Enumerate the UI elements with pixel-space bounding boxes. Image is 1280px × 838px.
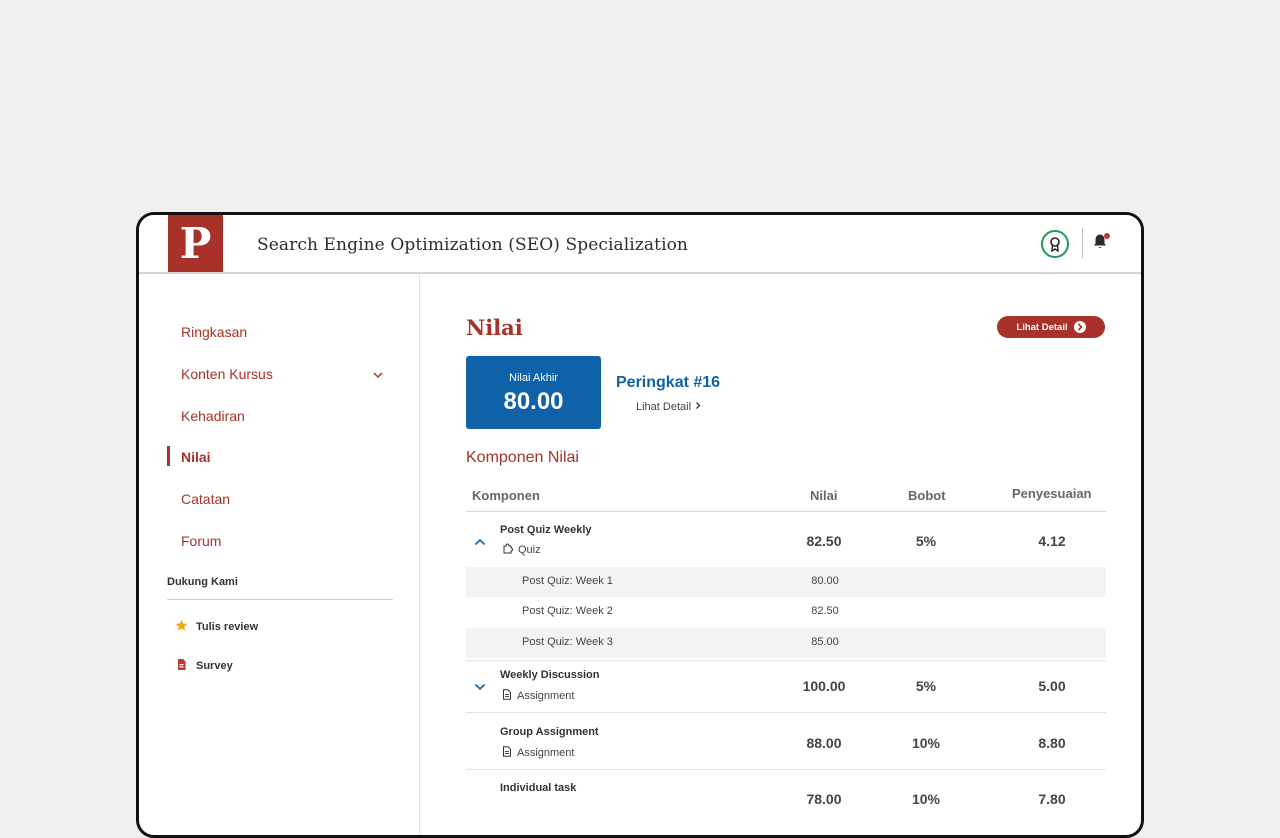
chevron-up-icon[interactable] xyxy=(474,533,486,551)
rank-text: Peringkat #16 xyxy=(616,374,721,391)
component-type-label: Assignment xyxy=(517,690,575,702)
component-bobot: 10% xyxy=(911,735,941,751)
sub-component-name: Post Quiz: Week 1 xyxy=(522,575,613,587)
sidebar-item-ringkasan[interactable]: Ringkasan xyxy=(181,324,247,340)
document-icon xyxy=(175,658,188,674)
components-title: Komponen Nilai xyxy=(466,449,579,466)
component-penyesuaian: 4.12 xyxy=(1038,533,1066,549)
sub-component-name: Post Quiz: Week 3 xyxy=(522,636,613,648)
column-header-komponen: Komponen xyxy=(472,488,540,503)
course-title: Search Engine Optimization (SEO) Special… xyxy=(257,235,688,255)
final-score-label: Nilai Akhir xyxy=(509,372,558,384)
sidebar: Ringkasan Konten Kursus Kehadiran Nilai … xyxy=(139,274,420,835)
row-divider xyxy=(466,712,1106,713)
sub-row: Post Quiz: Week 1 80.00 xyxy=(466,567,1106,597)
final-score-card: Nilai Akhir 80.00 xyxy=(466,356,601,429)
column-header-penyesuaian: Penyesuaian xyxy=(1012,486,1092,501)
rank-link-label: Lihat Detail xyxy=(636,401,692,413)
column-header-bobot: Bobot xyxy=(908,488,946,503)
sub-component-name: Post Quiz: Week 2 xyxy=(522,605,613,617)
page-title: Nilai xyxy=(466,315,523,340)
sidebar-item-konten-kursus[interactable]: Konten Kursus xyxy=(181,366,273,382)
component-penyesuaian: 5.00 xyxy=(1038,678,1066,694)
component-nilai: 82.50 xyxy=(806,533,842,549)
component-type: Quiz xyxy=(502,543,541,557)
notification-dot xyxy=(1104,233,1110,239)
component-bobot: 5% xyxy=(915,533,937,549)
component-nilai: 78.00 xyxy=(806,791,842,807)
component-type: Assignment xyxy=(502,689,574,703)
component-bobot: 10% xyxy=(911,791,941,807)
sidebar-item-forum[interactable]: Forum xyxy=(181,533,221,549)
sidebar-item-kehadiran[interactable]: Kehadiran xyxy=(181,408,245,424)
support-item-survey[interactable]: Survey xyxy=(175,658,233,674)
sidebar-item-catatan[interactable]: Catatan xyxy=(181,491,230,507)
support-divider xyxy=(167,599,393,600)
brand-logo[interactable]: P xyxy=(168,215,223,272)
button-label: Lihat Detail xyxy=(1016,321,1068,333)
component-nilai: 88.00 xyxy=(806,735,842,751)
document-icon xyxy=(502,746,512,760)
component-name: Group Assignment xyxy=(500,726,599,738)
app-window: P Search Engine Optimization (SEO) Speci… xyxy=(136,212,1144,838)
sub-row: Post Quiz: Week 3 85.00 xyxy=(466,628,1106,658)
final-score-value: 80.00 xyxy=(503,388,564,415)
top-header: P Search Engine Optimization (SEO) Speci… xyxy=(139,215,1141,274)
main-content: Nilai Lihat Detail Nilai Akhir 80.00 Per… xyxy=(420,274,1141,835)
component-name: Individual task xyxy=(500,782,577,794)
component-bobot: 5% xyxy=(915,678,937,694)
component-type-label: Assignment xyxy=(517,747,575,759)
support-item-review[interactable]: Tulis review xyxy=(175,619,258,635)
component-penyesuaian: 8.80 xyxy=(1038,735,1066,751)
component-penyesuaian: 7.80 xyxy=(1038,791,1066,807)
header-divider xyxy=(1082,228,1083,258)
rank-detail-link[interactable]: Lihat Detail xyxy=(636,401,701,413)
sub-component-nilai: 85.00 xyxy=(811,636,839,648)
award-icon[interactable] xyxy=(1041,230,1069,258)
support-item-label: Survey xyxy=(196,660,233,672)
component-type: Assignment xyxy=(502,746,574,760)
puzzle-icon xyxy=(502,543,514,557)
support-item-label: Tulis review xyxy=(196,621,259,633)
component-name: Weekly Discussion xyxy=(500,669,600,681)
active-indicator xyxy=(167,446,170,466)
chevron-right-icon xyxy=(1073,321,1086,333)
chevron-down-icon[interactable] xyxy=(474,678,486,696)
sub-component-nilai: 80.00 xyxy=(811,575,839,587)
sub-component-nilai: 82.50 xyxy=(811,605,839,617)
lihat-detail-button[interactable]: Lihat Detail xyxy=(997,316,1105,338)
table-header-divider xyxy=(466,511,1106,512)
component-type-label: Quiz xyxy=(518,544,541,556)
component-name: Post Quiz Weekly xyxy=(500,524,592,536)
row-divider xyxy=(466,769,1106,770)
row-divider xyxy=(466,660,1106,661)
component-nilai: 100.00 xyxy=(802,678,846,694)
chevron-right-icon xyxy=(695,401,701,413)
document-icon xyxy=(502,689,512,703)
support-section-title: Dukung Kami xyxy=(167,576,238,588)
star-icon xyxy=(175,619,188,635)
sub-row: Post Quiz: Week 2 82.50 xyxy=(466,597,1106,627)
column-header-nilai: Nilai xyxy=(810,488,838,503)
sidebar-item-nilai[interactable]: Nilai xyxy=(181,449,211,465)
chevron-down-icon[interactable] xyxy=(373,366,383,384)
